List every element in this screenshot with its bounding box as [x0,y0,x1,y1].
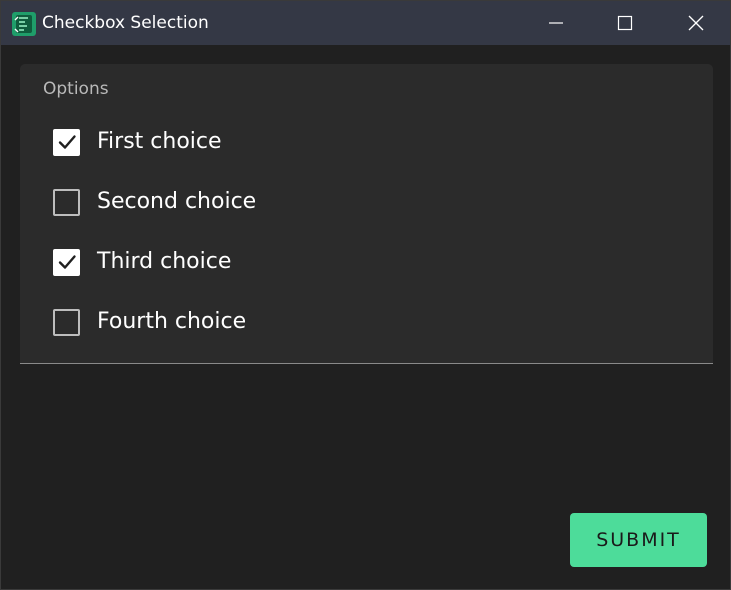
close-icon [688,15,704,31]
checkbox-label: Fourth choice [97,309,247,334]
submit-button[interactable]: SUBMIT [570,513,707,567]
checkbox-checked-icon[interactable] [53,248,80,276]
checkbox-checked-icon[interactable] [53,128,80,156]
options-group: Options First choice Second choice Third… [20,64,713,364]
checkbox-third-choice[interactable]: Third choice [53,247,231,277]
app-window: Checkbox Selection Options First choice … [0,0,731,590]
checkbox-fourth-choice[interactable]: Fourth choice [53,307,246,337]
maximize-button[interactable] [602,1,648,45]
checkmark-icon [58,255,76,269]
app-logo-icon [12,12,36,36]
maximize-icon [617,15,633,31]
options-group-label: Options [43,79,109,99]
checkbox-label: Second choice [97,189,257,214]
checkbox-second-choice[interactable]: Second choice [53,187,256,217]
minimize-icon [549,22,563,24]
title-bar[interactable]: Checkbox Selection [1,1,730,45]
checkbox-label: First choice [97,129,222,154]
window-title: Checkbox Selection [42,13,209,33]
minimize-button[interactable] [533,1,579,45]
checkbox-first-choice[interactable]: First choice [53,127,222,157]
checkbox-label: Third choice [97,249,232,274]
checkbox-unchecked-icon[interactable] [53,308,80,336]
checkbox-unchecked-icon[interactable] [53,188,80,216]
close-button[interactable] [673,1,719,45]
checkmark-icon [58,135,76,149]
